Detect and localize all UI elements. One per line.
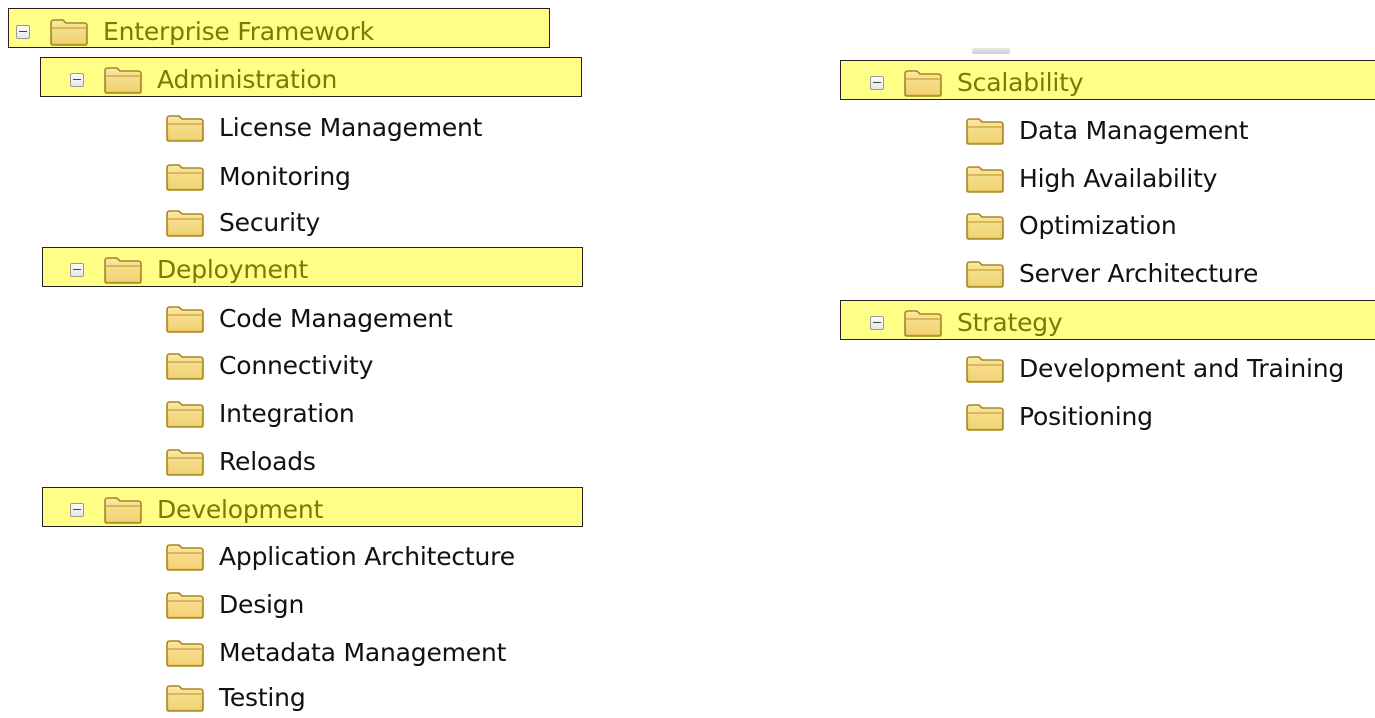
folder-icon bbox=[165, 304, 205, 334]
tree-leaf-label: Security bbox=[219, 208, 321, 237]
tree-leaf-label: Connectivity bbox=[219, 351, 374, 380]
folder-icon bbox=[165, 351, 205, 381]
tree-leaf-label: High Availability bbox=[1019, 164, 1218, 193]
tree-leaf-connectivity[interactable]: Connectivity bbox=[165, 346, 373, 386]
tree-leaf-label: Server Architecture bbox=[1019, 259, 1259, 288]
tree-leaf-label: Positioning bbox=[1019, 402, 1153, 431]
tree-leaf-application-architecture[interactable]: Application Architecture bbox=[165, 537, 515, 577]
tree-leaf-label: Development and Training bbox=[1019, 354, 1345, 383]
collapse-icon[interactable] bbox=[70, 503, 84, 517]
folder-icon bbox=[103, 255, 143, 285]
tree-node-administration[interactable]: Administration bbox=[70, 60, 337, 100]
tree-node-label: Administration bbox=[157, 65, 338, 94]
collapse-icon[interactable] bbox=[870, 316, 884, 330]
folder-icon bbox=[965, 402, 1005, 432]
folder-icon bbox=[965, 211, 1005, 241]
tree-leaf-label: Optimization bbox=[1019, 211, 1177, 240]
tree-node-scalability[interactable]: Scalability bbox=[870, 63, 1084, 103]
collapse-icon[interactable] bbox=[16, 25, 30, 39]
tree-leaf-label: Integration bbox=[219, 399, 355, 428]
tree-leaf-label: Design bbox=[219, 590, 305, 619]
tree-node-strategy[interactable]: Strategy bbox=[870, 303, 1063, 343]
folder-icon bbox=[49, 17, 89, 47]
tree-panel-left: Enterprise Framework Administration Lice… bbox=[0, 0, 600, 715]
tree-leaf-label: Testing bbox=[219, 683, 306, 712]
folder-icon bbox=[165, 399, 205, 429]
tree-leaf-label: License Management bbox=[219, 113, 483, 142]
folder-icon bbox=[165, 113, 205, 143]
tree-node-label: Development bbox=[157, 495, 324, 524]
folder-icon bbox=[103, 495, 143, 525]
folder-icon bbox=[903, 68, 943, 98]
tree-leaf-label: Metadata Management bbox=[219, 638, 507, 667]
tree-leaf-optimization[interactable]: Optimization bbox=[965, 206, 1177, 246]
folder-icon bbox=[965, 164, 1005, 194]
tree-leaf-metadata-management[interactable]: Metadata Management bbox=[165, 633, 506, 673]
tree-leaf-positioning[interactable]: Positioning bbox=[965, 397, 1153, 437]
folder-icon bbox=[965, 354, 1005, 384]
tree-leaf-label: Application Architecture bbox=[219, 542, 515, 571]
tree-leaf-label: Monitoring bbox=[219, 162, 351, 191]
tree-node-development[interactable]: Development bbox=[70, 490, 323, 530]
tree-node-label: Deployment bbox=[157, 255, 308, 284]
tree-node-label: Scalability bbox=[957, 68, 1084, 97]
tree-leaf-testing[interactable]: Testing bbox=[165, 678, 306, 718]
tree-leaf-security[interactable]: Security bbox=[165, 203, 320, 243]
tree-leaf-label: Code Management bbox=[219, 304, 453, 333]
folder-icon bbox=[165, 447, 205, 477]
collapse-icon[interactable] bbox=[70, 263, 84, 277]
tree-node-enterprise-framework[interactable]: Enterprise Framework bbox=[16, 12, 374, 52]
tree-leaf-license-management[interactable]: License Management bbox=[165, 108, 482, 148]
folder-icon bbox=[165, 683, 205, 713]
tree-leaf-label: Data Management bbox=[1019, 116, 1249, 145]
tree-leaf-development-and-training[interactable]: Development and Training bbox=[965, 349, 1344, 389]
folder-icon bbox=[165, 542, 205, 572]
tree-node-label: Strategy bbox=[957, 308, 1063, 337]
folder-icon bbox=[165, 638, 205, 668]
folder-icon bbox=[903, 308, 943, 338]
folder-icon bbox=[165, 208, 205, 238]
folder-icon bbox=[103, 65, 143, 95]
tree-leaf-server-architecture[interactable]: Server Architecture bbox=[965, 254, 1258, 294]
folder-icon bbox=[165, 590, 205, 620]
cropped-folder-icon bbox=[972, 48, 1010, 54]
folder-icon bbox=[965, 116, 1005, 146]
tree-node-label: Enterprise Framework bbox=[103, 17, 374, 46]
tree-panel-right: Scalability Data Management High Availab… bbox=[820, 0, 1375, 715]
tree-leaf-monitoring[interactable]: Monitoring bbox=[165, 157, 351, 197]
tree-leaf-reloads[interactable]: Reloads bbox=[165, 442, 316, 482]
tree-leaf-label: Reloads bbox=[219, 447, 316, 476]
collapse-icon[interactable] bbox=[70, 73, 84, 87]
folder-icon bbox=[165, 162, 205, 192]
tree-leaf-integration[interactable]: Integration bbox=[165, 394, 355, 434]
collapse-icon[interactable] bbox=[870, 76, 884, 90]
tree-leaf-data-management[interactable]: Data Management bbox=[965, 111, 1249, 151]
tree-leaf-design[interactable]: Design bbox=[165, 585, 304, 625]
tree-node-deployment[interactable]: Deployment bbox=[70, 250, 308, 290]
tree-leaf-code-management[interactable]: Code Management bbox=[165, 299, 453, 339]
tree-leaf-high-availability[interactable]: High Availability bbox=[965, 159, 1217, 199]
folder-icon bbox=[965, 259, 1005, 289]
